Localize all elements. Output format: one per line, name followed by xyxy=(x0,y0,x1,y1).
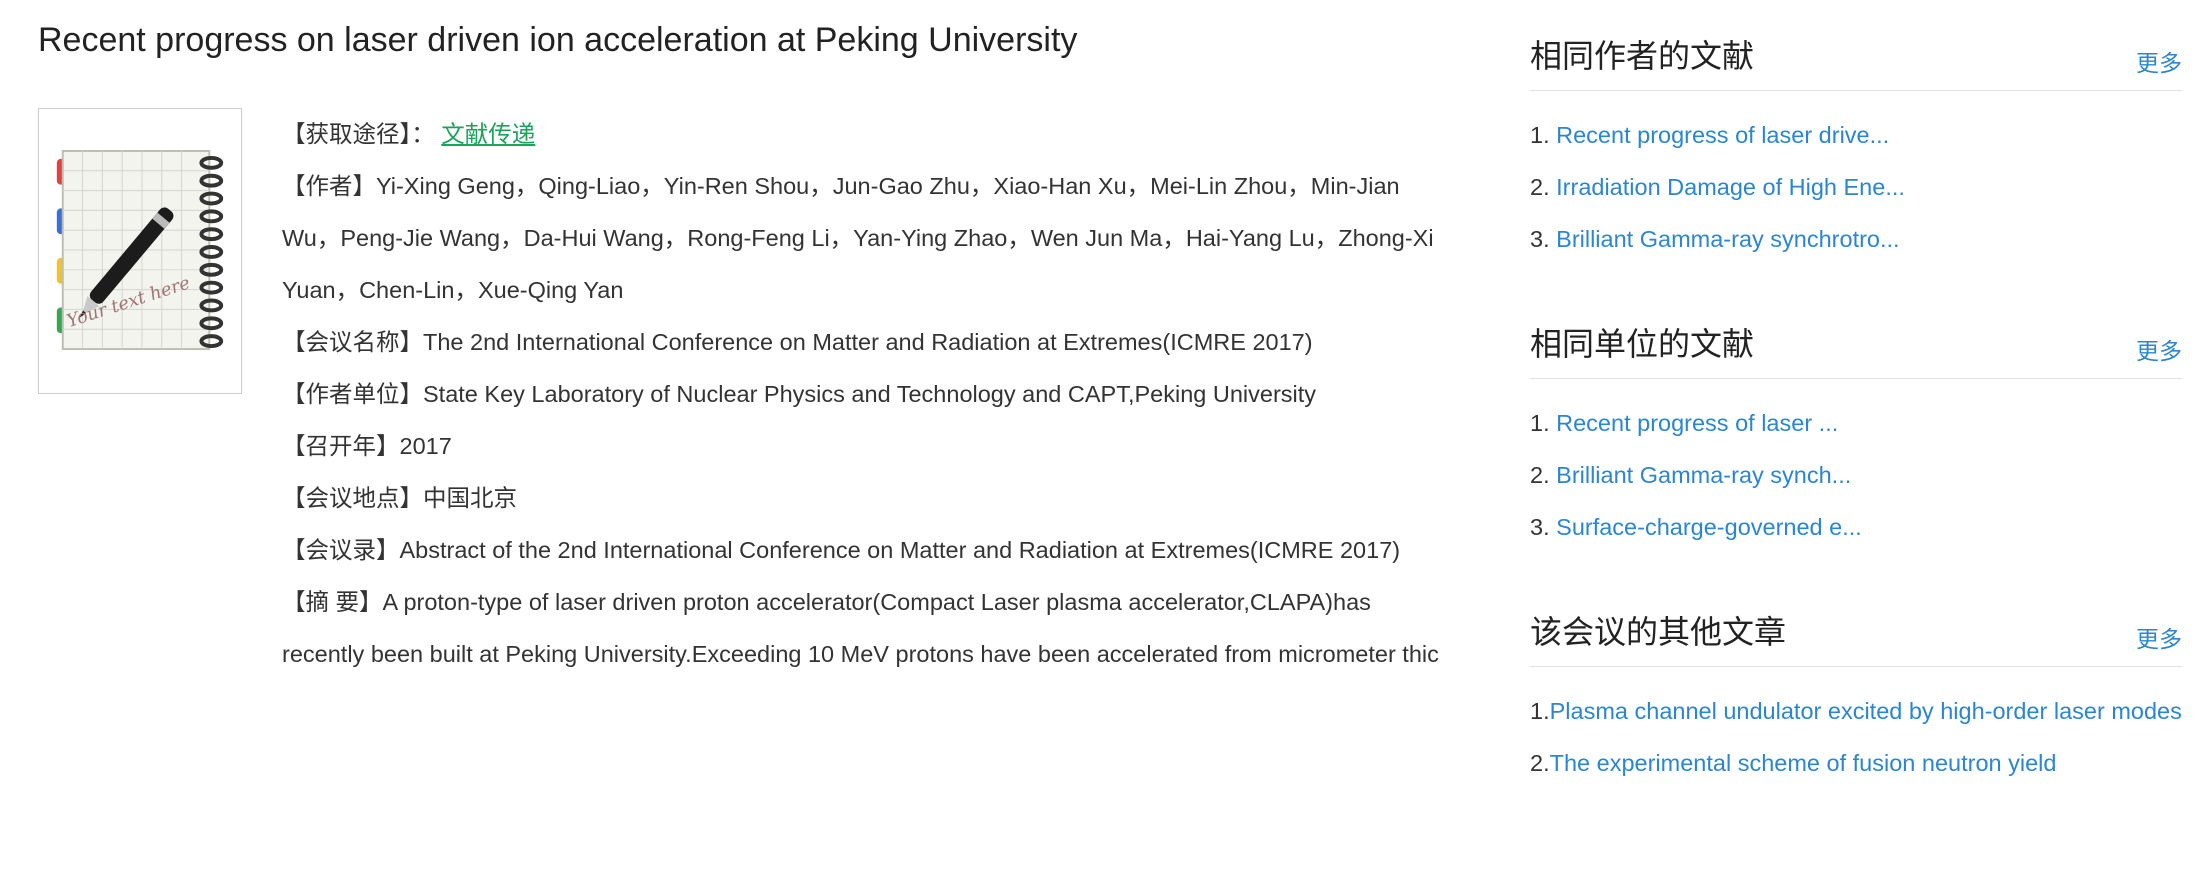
list-item: 1. Recent progress of laser ... xyxy=(1530,397,2182,449)
abstract-value: A proton-type of laser driven proton acc… xyxy=(282,589,1439,667)
related-link[interactable]: Recent progress of laser drive... xyxy=(1556,122,1889,148)
authors-value: Yi-Xing Geng，Qing-Liao，Yin-Ren Shou，Jun-… xyxy=(282,173,1434,303)
section-header: 该会议的其他文章 更多 xyxy=(1530,606,2182,667)
abstract-row: 【摘 要】A proton-type of laser driven proto… xyxy=(282,576,1450,680)
location-row: 【会议地点】中国北京 xyxy=(282,472,1450,524)
page-title: Recent progress on laser driven ion acce… xyxy=(38,21,1078,59)
item-number: 1. xyxy=(1530,698,1550,724)
proceedings-value: Abstract of the 2nd International Confer… xyxy=(399,537,1401,563)
section-title: 该会议的其他文章 xyxy=(1530,614,1787,650)
section-title: 相同作者的文献 xyxy=(1530,38,1755,74)
access-label: 【获取途径】： xyxy=(282,121,435,147)
proceedings-label: 【会议录】 xyxy=(282,537,400,563)
document-metadata: 【获取途径】： 文献传递 【作者】Yi-Xing Geng，Qing-Liao，… xyxy=(282,108,1450,680)
related-list: 1.Plasma channel undulator excited by hi… xyxy=(1530,667,2182,789)
more-link[interactable]: 更多 xyxy=(2136,620,2182,654)
related-list: 1. Recent progress of laser drive... 2. … xyxy=(1530,91,2182,265)
section-header: 相同作者的文献 更多 xyxy=(1530,30,2182,91)
related-link[interactable]: The experimental scheme of fusion neutro… xyxy=(1550,750,2057,776)
list-item: 1.Plasma channel undulator excited by hi… xyxy=(1530,685,2182,737)
related-link[interactable]: Brilliant Gamma-ray synchrotro... xyxy=(1556,226,1899,252)
list-item: 3. Brilliant Gamma-ray synchrotro... xyxy=(1530,213,2182,265)
related-link[interactable]: Plasma channel undulator excited by high… xyxy=(1550,698,2182,724)
access-row: 【获取途径】： 文献传递 xyxy=(282,108,1450,160)
year-label: 【召开年】 xyxy=(282,433,400,459)
abstract-label: 【摘 要】 xyxy=(282,589,383,615)
related-list: 1. Recent progress of laser ... 2. Brill… xyxy=(1530,379,2182,553)
same-author-section: 相同作者的文献 更多 1. Recent progress of laser d… xyxy=(1530,30,2182,265)
affiliation-value: State Key Laboratory of Nuclear Physics … xyxy=(423,381,1317,407)
authors-row: 【作者】Yi-Xing Geng，Qing-Liao，Yin-Ren Shou，… xyxy=(282,160,1450,316)
proceedings-row: 【会议录】Abstract of the 2nd International C… xyxy=(282,524,1450,576)
list-item: 3. Surface-charge-governed e... xyxy=(1530,501,2182,553)
affiliation-label: 【作者单位】 xyxy=(282,381,423,407)
item-number: 2. xyxy=(1530,462,1550,488)
document-delivery-link[interactable]: 文献传递 xyxy=(441,121,535,147)
list-item: 2.The experimental scheme of fusion neut… xyxy=(1530,737,2182,789)
section-header: 相同单位的文献 更多 xyxy=(1530,318,2182,379)
year-value: 2017 xyxy=(399,433,452,459)
document-thumbnail: Your text here xyxy=(38,108,242,394)
conference-value: The 2nd International Conference on Matt… xyxy=(423,329,1313,355)
same-unit-section: 相同单位的文献 更多 1. Recent progress of laser .… xyxy=(1530,318,2182,553)
related-link[interactable]: Surface-charge-governed e... xyxy=(1556,514,1862,540)
affiliation-row: 【作者单位】State Key Laboratory of Nuclear Ph… xyxy=(282,368,1450,420)
authors-label: 【作者】 xyxy=(282,173,376,199)
item-number: 2. xyxy=(1530,174,1550,200)
item-number: 3. xyxy=(1530,514,1550,540)
notepad-icon: Your text here xyxy=(56,150,224,351)
conference-label: 【会议名称】 xyxy=(282,329,423,355)
conference-row: 【会议名称】The 2nd International Conference o… xyxy=(282,316,1450,368)
related-link[interactable]: Irradiation Damage of High Ene... xyxy=(1556,174,1905,200)
conference-articles-section: 该会议的其他文章 更多 1.Plasma channel undulator e… xyxy=(1530,606,2182,789)
item-number: 1. xyxy=(1530,410,1550,436)
section-title: 相同单位的文献 xyxy=(1530,326,1755,362)
related-link[interactable]: Brilliant Gamma-ray synch... xyxy=(1556,462,1851,488)
item-number: 1. xyxy=(1530,122,1550,148)
list-item: 2. Brilliant Gamma-ray synch... xyxy=(1530,449,2182,501)
related-link[interactable]: Recent progress of laser ... xyxy=(1556,410,1838,436)
item-number: 2. xyxy=(1530,750,1550,776)
list-item: 2. Irradiation Damage of High Ene... xyxy=(1530,161,2182,213)
list-item: 1. Recent progress of laser drive... xyxy=(1530,109,2182,161)
more-link[interactable]: 更多 xyxy=(2136,332,2182,366)
year-row: 【召开年】2017 xyxy=(282,420,1450,472)
location-value: 中国北京 xyxy=(423,485,517,511)
item-number: 3. xyxy=(1530,226,1550,252)
location-label: 【会议地点】 xyxy=(282,485,423,511)
more-link[interactable]: 更多 xyxy=(2136,44,2182,78)
